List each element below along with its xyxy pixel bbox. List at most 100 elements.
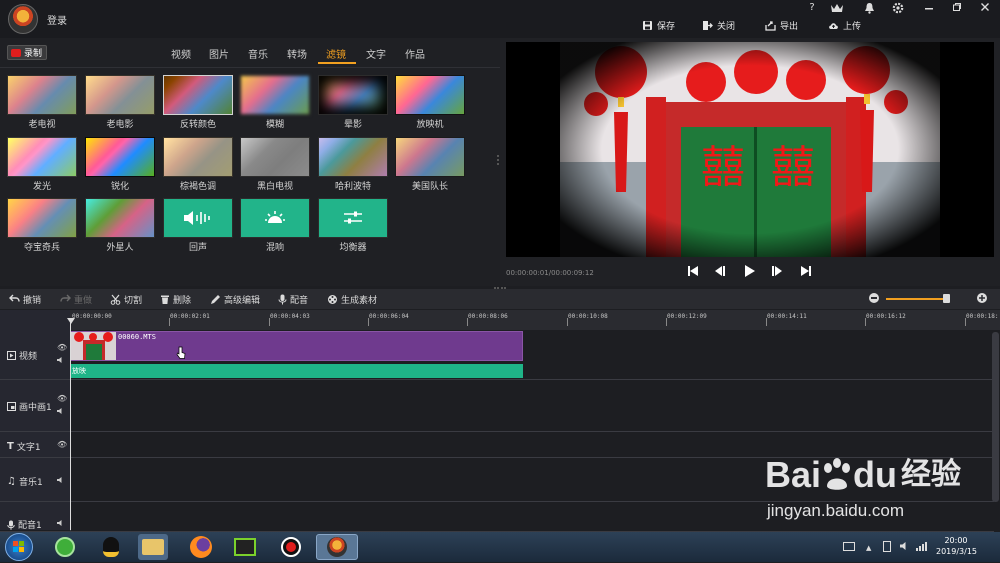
filter-thumb-old-movie[interactable] [85, 75, 155, 115]
track-label: 视频 [19, 352, 38, 362]
filter-thumb-sharpen[interactable] [85, 137, 155, 177]
vip-crown-icon[interactable] [828, 2, 846, 16]
zoom-in-icon[interactable] [977, 293, 987, 303]
skip-to-end-icon[interactable] [799, 264, 813, 278]
speaker-icon[interactable] [57, 407, 65, 418]
generate-material-button[interactable]: 生成素材 [327, 293, 378, 306]
playhead-handle[interactable] [67, 318, 75, 324]
windows-start-icon[interactable] [5, 533, 33, 561]
filter-thumb-bw-tv[interactable] [240, 137, 310, 177]
tab-music[interactable]: 音乐 [248, 46, 268, 61]
cut-button[interactable]: 切割 [110, 293, 142, 306]
filter-thumb-captain-america[interactable] [395, 137, 465, 177]
zoom-slider-handle[interactable] [943, 294, 950, 303]
ruler-corner [0, 310, 70, 330]
taskbar-qq-icon[interactable] [96, 534, 126, 560]
watermark-url: jingyan.baidu.com [767, 501, 905, 520]
tray-battery-icon[interactable] [883, 541, 891, 552]
filter-thumb-glow[interactable] [7, 137, 77, 177]
tab-transition[interactable]: 转场 [287, 46, 307, 61]
login-link[interactable]: 登录 [47, 12, 67, 27]
help-icon[interactable]: ? [803, 2, 821, 16]
close-project-button[interactable]: 关闭 [702, 18, 735, 32]
record-label: 录制 [24, 49, 43, 59]
dub-button[interactable]: 配音 [278, 293, 308, 306]
save-button[interactable]: 保存 [642, 18, 675, 32]
tab-video[interactable]: 视频 [171, 46, 191, 61]
taskbar-video-app-icon[interactable] [230, 534, 260, 560]
ruler-tick [766, 318, 767, 326]
undo-button[interactable]: 撤销 [9, 293, 41, 306]
playhead[interactable] [70, 318, 71, 530]
filter-thumb-projector[interactable] [395, 75, 465, 115]
tab-text[interactable]: 文字 [366, 46, 386, 61]
equalizer-sliders-icon [344, 211, 362, 224]
filter-thumb-invert[interactable] [163, 75, 233, 115]
export-button[interactable]: 导出 [765, 18, 798, 32]
filter-thumb-indiana-jones[interactable] [7, 198, 77, 238]
filter-thumb-echo[interactable] [163, 198, 233, 238]
taskbar-record-icon[interactable] [276, 534, 306, 560]
trash-icon [161, 295, 169, 304]
close-icon[interactable] [976, 2, 994, 16]
eye-icon[interactable]: 👁 [57, 394, 67, 403]
filter-thumb-sepia[interactable] [163, 137, 233, 177]
taskbar-folder-icon[interactable] [138, 534, 168, 560]
eye-icon[interactable]: 👁 [57, 440, 67, 449]
timeline-scrollbar[interactable] [992, 332, 999, 502]
filter-thumb-alien[interactable] [85, 198, 155, 238]
watermark-brand: Bai [765, 454, 822, 495]
taskbar-firefox-icon[interactable] [186, 534, 216, 560]
zoom-out-icon[interactable] [869, 293, 879, 303]
speaker-icon[interactable] [57, 356, 65, 367]
tray-signal-icon[interactable] [916, 541, 928, 554]
filter-label: 放映机 [416, 120, 444, 130]
speaker-icon[interactable] [57, 519, 65, 530]
advanced-edit-button[interactable]: 高级编辑 [210, 293, 260, 306]
generate-material-label: 生成素材 [341, 295, 378, 306]
tray-expand-icon[interactable]: ▲ [866, 544, 871, 552]
tab-filter[interactable]: 滤镜 [326, 46, 346, 61]
filter-thumb-reverb[interactable] [240, 198, 310, 238]
filter-clip[interactable] [70, 364, 523, 378]
zoom-slider-track[interactable] [886, 298, 948, 300]
filter-thumb-harry-potter[interactable] [318, 137, 388, 177]
play-icon[interactable] [742, 264, 756, 278]
filter-thumb-old-tv[interactable] [7, 75, 77, 115]
bell-icon[interactable] [860, 2, 878, 16]
ruler-tick [567, 318, 568, 326]
skip-to-start-icon[interactable] [686, 264, 700, 278]
taskbar-editor-icon[interactable] [316, 534, 358, 560]
previous-frame-icon[interactable] [713, 264, 727, 278]
upload-button[interactable]: 上传 [828, 18, 861, 32]
close-label: 关闭 [717, 21, 736, 32]
tray-keyboard-icon[interactable] [843, 542, 855, 551]
tab-image[interactable]: 图片 [209, 46, 229, 61]
tab-works[interactable]: 作品 [405, 46, 425, 61]
watermark-cn: 经验 [901, 458, 962, 491]
film-reel-icon [328, 294, 337, 304]
filter-thumb-blur[interactable] [240, 75, 310, 115]
eye-icon[interactable]: 👁 [57, 343, 67, 352]
filter-thumb-equalizer[interactable] [318, 198, 388, 238]
delete-button[interactable]: 删除 [160, 293, 191, 306]
next-frame-icon[interactable] [770, 264, 784, 278]
filter-clip-label: 放映 [72, 367, 86, 375]
ruler-tick-label: 00:00:18: [966, 313, 999, 320]
minimize-icon[interactable] [920, 2, 938, 16]
taskbar-app-green-icon[interactable] [50, 534, 80, 560]
filter-label: 黑白电视 [256, 182, 293, 192]
panel-resize-handle[interactable] [497, 155, 499, 165]
record-icon [11, 48, 21, 57]
gear-icon[interactable] [889, 2, 907, 16]
preview-player[interactable]: 囍 囍 [506, 42, 994, 257]
record-button[interactable]: 录制 [7, 45, 47, 60]
app-logo[interactable] [8, 4, 38, 34]
ruler-tick [169, 318, 170, 326]
tray-volume-icon[interactable] [900, 541, 910, 554]
taskbar-clock[interactable]: 20:00 2019/3/15 [936, 535, 977, 557]
speaker-icon[interactable] [57, 476, 65, 487]
filter-thumb-vignette[interactable] [318, 75, 388, 115]
redo-button[interactable]: 重做 [60, 293, 92, 306]
restore-icon[interactable] [948, 2, 966, 16]
